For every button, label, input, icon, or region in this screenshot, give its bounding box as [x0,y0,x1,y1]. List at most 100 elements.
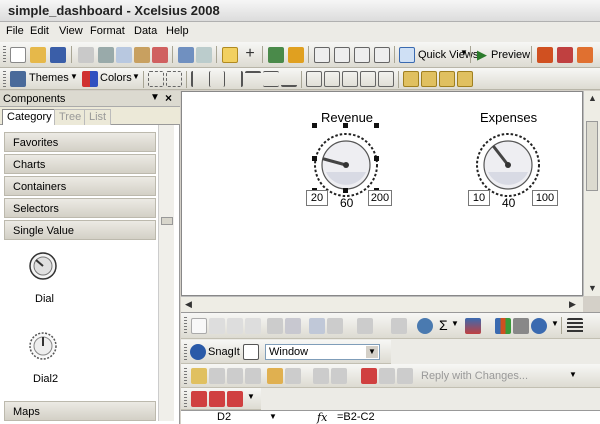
send-to-back-icon[interactable] [421,71,437,87]
tab-tree[interactable]: Tree [54,109,87,125]
ink-icon[interactable] [285,368,301,384]
print-icon[interactable] [267,318,283,334]
scroll-up-arrow-icon[interactable]: ▲ [588,93,597,103]
align-bottom-icon[interactable] [281,71,297,87]
chevron-down-icon[interactable]: ▼ [132,72,140,81]
components-scrollbar[interactable] [158,125,174,421]
toolbar-options-icon[interactable]: ▼ [247,392,255,401]
design-canvas[interactable]: Revenue 20 60 200 Expenses 10 40 100 [181,91,583,296]
align-left-icon[interactable] [567,318,583,334]
show-comment-icon[interactable] [245,368,261,384]
bind-icon[interactable] [334,47,350,63]
import-icon[interactable] [288,47,304,63]
reply-with-changes-button[interactable]: Reply with Changes... [421,370,528,382]
align-right-icon[interactable] [227,71,243,87]
align-center-icon[interactable] [209,71,225,87]
save-icon[interactable] [227,318,243,334]
snagit-target-select[interactable]: Window ▼ [265,344,380,360]
dial-component-icon[interactable] [28,251,58,281]
spreadsheet-icon[interactable] [268,47,284,63]
expenses-dial[interactable] [475,132,541,198]
ungroup-icon[interactable] [166,71,182,87]
new-icon[interactable] [191,318,207,334]
delete-icon[interactable] [152,47,168,63]
paste-icon[interactable] [327,318,343,334]
snagit-icon[interactable] [190,344,206,360]
toolbar-options-icon[interactable]: ▼ [569,370,577,379]
redo-icon[interactable] [196,47,212,63]
chevron-down-icon[interactable]: ▼ [460,48,468,57]
review-icon[interactable] [191,368,207,384]
chevron-down-icon[interactable]: ▼ [269,412,277,421]
menu-edit[interactable]: Edit [30,25,49,37]
permission-icon[interactable] [245,318,261,334]
bring-to-front-icon[interactable] [403,71,419,87]
prev-comment-icon[interactable] [209,368,225,384]
same-width-icon[interactable] [342,71,358,87]
quick-views-icon[interactable] [399,47,415,63]
new-comment-icon[interactable] [267,368,283,384]
bring-forward-icon[interactable] [439,71,455,87]
category-charts[interactable]: Charts [4,154,156,174]
drawing-icon[interactable] [513,318,529,334]
scroll-left-arrow-icon[interactable]: ◀ [185,299,192,310]
help-icon[interactable] [531,318,547,334]
scroll-right-arrow-icon[interactable]: ▶ [569,299,576,310]
tab-list[interactable]: List [84,109,112,125]
new-icon[interactable] [10,47,26,63]
selection-handle[interactable] [374,156,379,161]
category-single-value[interactable]: Single Value [4,220,156,240]
category-selectors[interactable]: Selectors [4,198,156,218]
same-size-icon[interactable] [378,71,394,87]
fit-icon[interactable] [374,47,390,63]
hyperlink-icon[interactable] [417,318,433,334]
menu-format[interactable]: Format [90,25,125,37]
export-ppt-icon[interactable] [577,47,593,63]
toolbar-grip[interactable] [184,317,187,333]
close-icon[interactable]: × [165,91,172,105]
formula-input[interactable]: =B2-C2 [337,411,375,423]
toolbar-grip[interactable] [184,391,187,407]
function-icon[interactable]: fx [317,411,327,424]
menu-file[interactable]: File [6,25,24,37]
delete-comment-icon[interactable] [331,368,347,384]
undo-icon[interactable] [357,318,373,334]
chevron-down-icon[interactable]: ▼ [366,346,378,358]
save-icon[interactable] [50,47,66,63]
selection-handle[interactable] [312,156,317,161]
menu-help[interactable]: Help [166,25,189,37]
redo-icon[interactable] [391,318,407,334]
colors-icon[interactable] [82,71,98,87]
group-icon[interactable] [148,71,164,87]
pin-icon[interactable]: ▼ [150,92,160,103]
themes-button[interactable]: Themes [29,72,69,84]
toolbar-grip[interactable] [184,344,187,360]
canvas-vertical-scrollbar[interactable]: ▲ ▼ [583,91,600,296]
chart-wizard-icon[interactable] [495,318,511,334]
properties-icon[interactable] [314,47,330,63]
same-height-icon[interactable] [360,71,376,87]
themes-icon[interactable] [10,71,26,87]
select-pointer-icon[interactable] [222,47,238,63]
toolbar-grip[interactable] [184,368,187,384]
open-folder-icon[interactable] [209,318,225,334]
canvas-scroll-thumb[interactable] [586,121,598,191]
category-maps[interactable]: Maps [4,401,156,421]
open-folder-icon[interactable] [30,47,46,63]
export-flash-icon[interactable] [537,47,553,63]
reject-icon[interactable] [379,368,395,384]
copy-icon[interactable] [309,318,325,334]
print-icon[interactable] [78,47,94,63]
highlight-icon[interactable] [397,368,413,384]
selection-handle[interactable] [312,123,317,128]
send-backward-icon[interactable] [457,71,473,87]
crosshair-icon[interactable]: + [242,46,258,63]
next-comment-icon[interactable] [227,368,243,384]
export-pdf-review-icon[interactable] [227,391,243,407]
track-icon[interactable] [313,368,329,384]
selection-handle[interactable] [343,123,348,128]
chevron-down-icon[interactable]: ▼ [70,72,78,81]
copy-icon[interactable] [116,47,132,63]
scroll-down-arrow-icon[interactable]: ▼ [588,283,597,293]
scrollbar-thumb[interactable] [161,217,173,225]
